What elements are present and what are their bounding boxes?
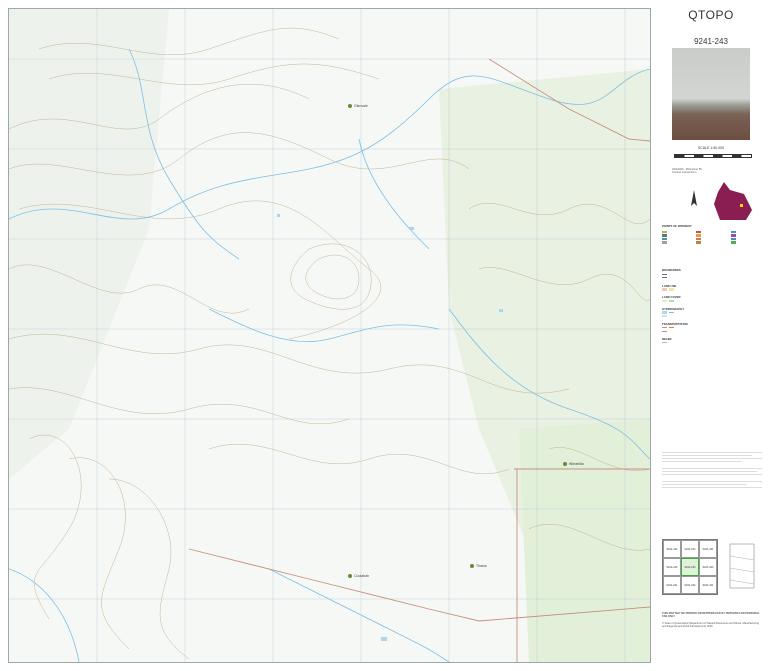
copyright: © State of Queensland (Department of Nat… xyxy=(662,622,760,629)
index-sheet-current: 9241-243 xyxy=(681,558,699,576)
north-arrow-icon xyxy=(691,190,697,206)
print-notice: THIS MAP MAY BE PRINTED OR REPRODUCED BY… xyxy=(662,612,760,619)
folding-diagram xyxy=(729,543,755,589)
projection-notes: GDA2020 · MGA Zone 55 Contour interval 10… xyxy=(672,168,702,175)
vegetation-area xyxy=(519,419,650,662)
index-sheet: 9241-311 xyxy=(699,576,717,594)
index-sheet: 9241-334 xyxy=(699,558,717,576)
landscape-photo xyxy=(672,48,750,140)
map-title: QTOPO xyxy=(688,8,734,22)
disclaimer xyxy=(662,450,762,490)
index-sheet: 9241-224 xyxy=(681,576,699,594)
index-sheet: 9241-411 xyxy=(663,540,681,558)
legend: POINTS OF INTEREST BOUNDARIES LAND USE L… xyxy=(662,224,762,345)
place-label: Glenvale xyxy=(354,104,368,108)
map-canvas: Glenvale Wirrabilla Tinana Coolabah xyxy=(9,9,650,662)
index-sheet: 9241-331 xyxy=(699,540,717,558)
scale-bar xyxy=(674,154,752,158)
place-label: Wirrabilla xyxy=(569,462,584,466)
place-label: Tinana xyxy=(476,564,487,568)
sheet-number: 9241-243 xyxy=(694,37,728,46)
locator-map xyxy=(714,182,752,220)
legend-heading: POINTS OF INTEREST xyxy=(662,224,692,228)
map-sidebar: QTOPO 9241-243 SCALE 1:50,000 GDA2020 · … xyxy=(654,0,768,671)
topographic-map[interactable]: Glenvale Wirrabilla Tinana Coolabah xyxy=(8,8,651,663)
index-sheet: 9241-241 xyxy=(663,576,681,594)
scale-label: SCALE 1:50,000 xyxy=(697,146,725,150)
place-label: Coolabah xyxy=(354,574,369,578)
vegetation-area xyxy=(9,9,169,479)
index-sheet: 9241-242 xyxy=(663,558,681,576)
index-sheet: 9241-244 xyxy=(681,540,699,558)
adjoining-sheets-index: 9241-411 9241-244 9241-331 9241-242 9241… xyxy=(662,539,718,595)
